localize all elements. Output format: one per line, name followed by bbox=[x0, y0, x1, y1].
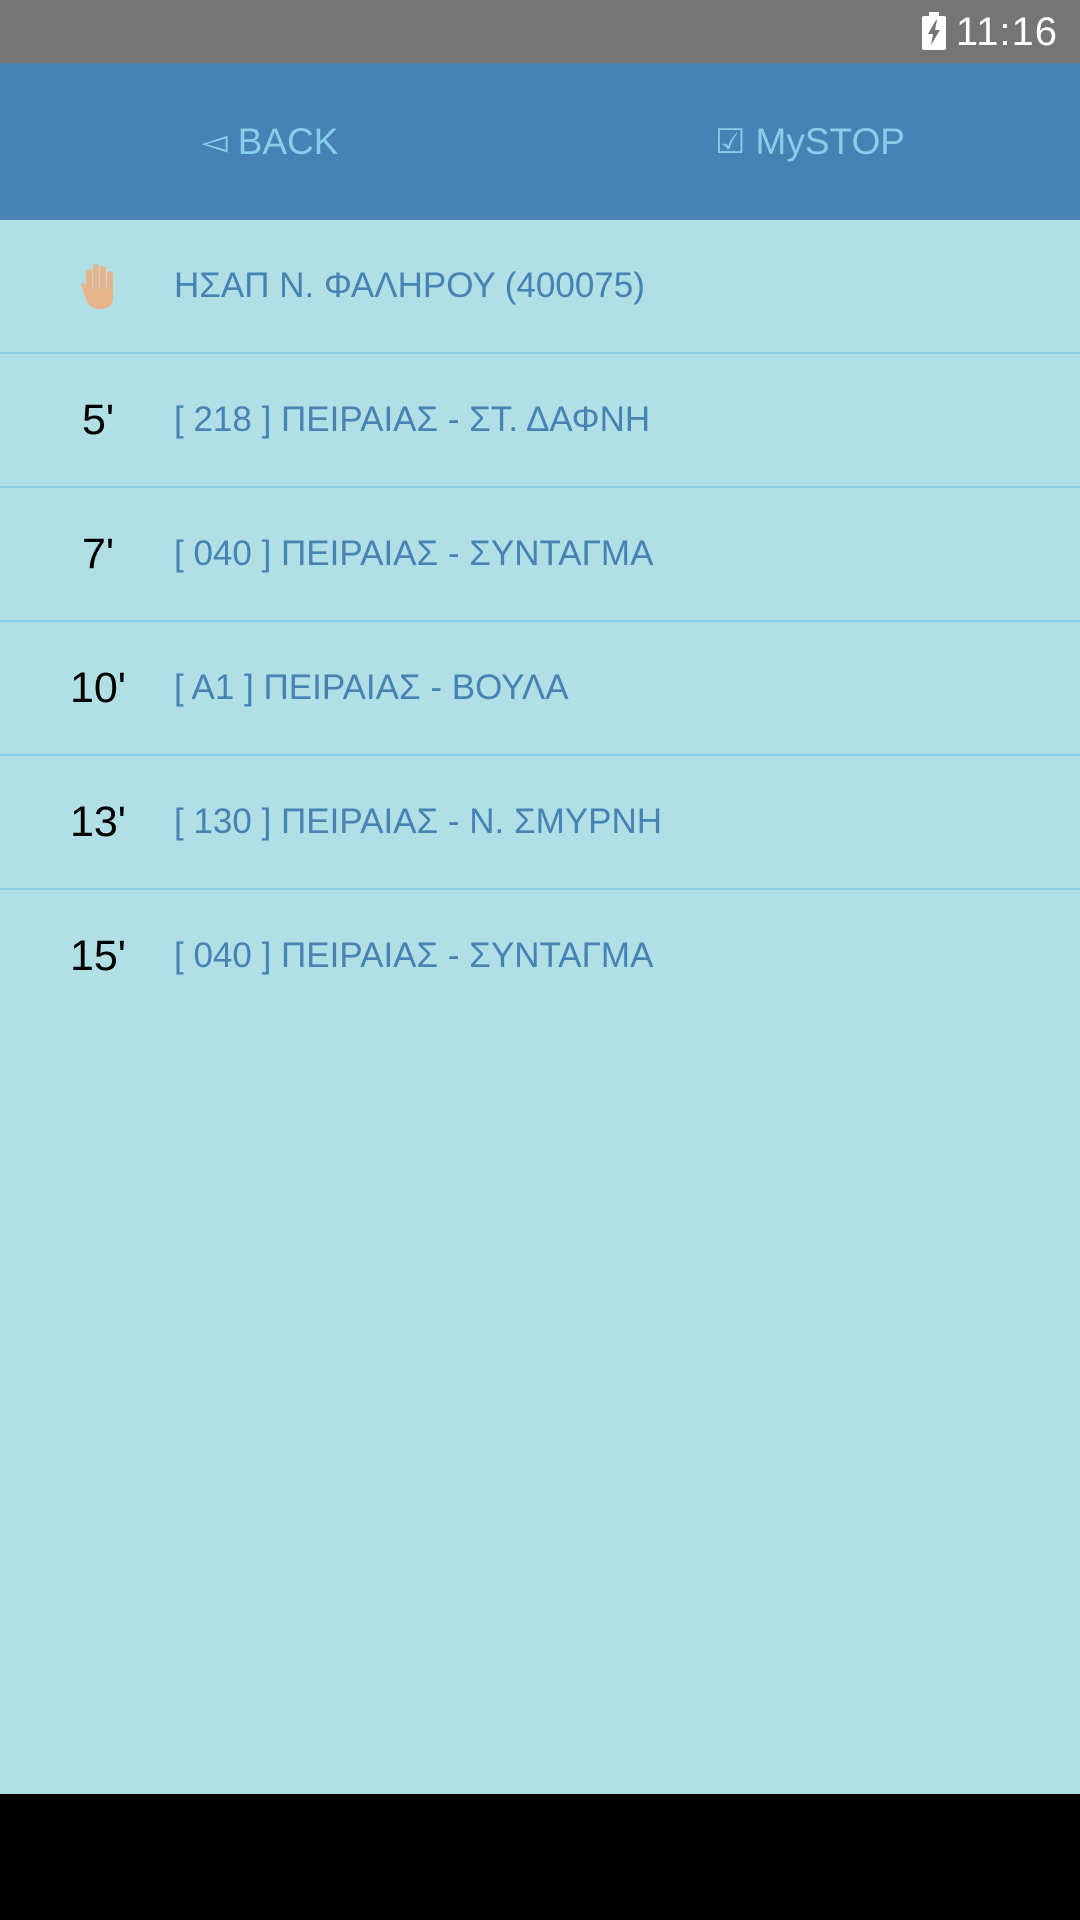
arrival-row[interactable]: 5' [ 218 ] ΠΕΙΡΑΙΑΣ - ΣΤ. ΔΑΦΝΗ bbox=[0, 354, 1080, 488]
back-arrow-icon: ◅ bbox=[201, 122, 228, 161]
arrival-minutes: 10' bbox=[69, 663, 127, 712]
arrival-row[interactable]: 13' [ 130 ] ΠΕΙΡΑΙΑΣ - Ν. ΣΜΥΡΝΗ bbox=[0, 756, 1080, 890]
raised-hand-icon bbox=[81, 264, 113, 309]
arrival-row[interactable]: 10' [ Α1 ] ΠΕΙΡΑΙΑΣ - ΒΟΥΛΑ bbox=[0, 622, 1080, 756]
arrival-minutes: 13' bbox=[69, 797, 127, 846]
system-navigation-bar bbox=[0, 1794, 1080, 1920]
stop-row[interactable]: ΗΣΑΠ Ν. ΦΑΛΗΡΟΥ (400075) bbox=[0, 220, 1080, 354]
arrival-route: [ 040 ] ΠΕΙΡΑΙΑΣ - ΣΥΝΤΑΓΜΑ bbox=[174, 936, 654, 975]
battery-charging-icon bbox=[922, 12, 946, 50]
arrival-minutes: 15' bbox=[69, 931, 127, 980]
arrival-route: [ 040 ] ΠΕΙΡΑΙΑΣ - ΣΥΝΤΑΓΜΑ bbox=[174, 534, 654, 573]
arrival-minutes: 7' bbox=[81, 529, 115, 578]
screen: 11:16 ◅ BACK ☑ MySTOP ΗΣΑΠ Ν. ΦΑΛΗΡΟΥ (4… bbox=[0, 0, 1080, 1920]
app-header: ◅ BACK ☑ MySTOP bbox=[0, 63, 1080, 220]
arrival-route: [ 130 ] ΠΕΙΡΑΙΑΣ - Ν. ΣΜΥΡΝΗ bbox=[174, 802, 663, 841]
stop-icon-cell bbox=[0, 220, 196, 352]
mystop-button-label: MySTOP bbox=[755, 120, 905, 162]
back-button[interactable]: ◅ BACK bbox=[0, 63, 540, 220]
back-button-label: BACK bbox=[237, 120, 339, 162]
arrival-minutes: 5' bbox=[81, 395, 115, 444]
arrival-row[interactable]: 15' [ 040 ] ΠΕΙΡΑΙΑΣ - ΣΥΝΤΑΓΜΑ bbox=[0, 890, 1080, 1022]
arrival-row[interactable]: 7' [ 040 ] ΠΕΙΡΑΙΑΣ - ΣΥΝΤΑΓΜΑ bbox=[0, 488, 1080, 622]
checkbox-icon: ☑ bbox=[715, 122, 746, 161]
status-bar: 11:16 bbox=[0, 0, 1080, 63]
status-time: 11:16 bbox=[955, 10, 1058, 54]
mystop-button[interactable]: ☑ MySTOP bbox=[540, 63, 1080, 220]
arrival-route: [ 218 ] ΠΕΙΡΑΙΑΣ - ΣΤ. ΔΑΦΝΗ bbox=[174, 400, 651, 439]
stop-name: ΗΣΑΠ Ν. ΦΑΛΗΡΟΥ (400075) bbox=[174, 266, 645, 305]
arrivals-list: ΗΣΑΠ Ν. ΦΑΛΗΡΟΥ (400075) 5' [ 218 ] ΠΕΙΡ… bbox=[0, 220, 1080, 1022]
arrival-route: [ Α1 ] ΠΕΙΡΑΙΑΣ - ΒΟΥΛΑ bbox=[174, 668, 569, 707]
